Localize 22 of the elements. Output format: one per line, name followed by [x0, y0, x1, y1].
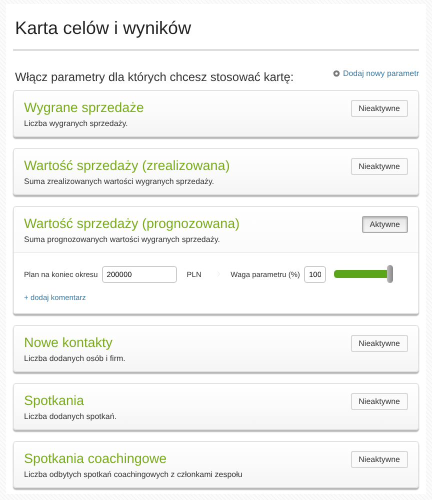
parameter-name: Wartość sprzedaży (zrealizowana) [24, 158, 230, 173]
status-toggle[interactable]: Nieaktywne [350, 100, 408, 117]
status-toggle[interactable]: Nieaktywne [350, 393, 408, 410]
parameter-description: Liczba dodanych spotkań. [24, 412, 117, 421]
parameter-name: Wygrane sprzedaże [24, 100, 144, 115]
parameter-description: Suma zrealizowanych wartości wygranych sprzedaży. [24, 177, 216, 186]
parameter-description: Liczba odbytych spotkań coachingowych z członkami zespołu [24, 470, 242, 479]
parameter-description: Suma prognozowanych wartości wygranych sprzedaży. [24, 235, 221, 244]
instruction-text: Włącz parametry dla których chcesz stosować kartę: [15, 70, 294, 84]
parameter-name: Spotkania coachingowe [24, 451, 168, 466]
status-toggle[interactable]: Nieaktywne [350, 158, 408, 175]
status-toggle[interactable]: Nieaktywne [350, 451, 408, 468]
status-toggle[interactable]: Aktywne [362, 216, 408, 233]
parameter-description: Liczba dodanych osób i firm. [24, 354, 126, 363]
parameter-name: Nowe kontakty [24, 335, 114, 350]
add-parameter-link[interactable]: Dodaj nowy parametr [332, 69, 419, 78]
slider-handle[interactable] [387, 265, 393, 283]
parameter-name: Wartość sprzedaży (prognozowana) [24, 216, 240, 231]
page-title: Karta celów i wyników [13, 4, 419, 51]
parameter-description: Liczba wygranych sprzedaży. [24, 119, 129, 128]
parameter-name: Spotkania [24, 393, 86, 408]
status-toggle[interactable]: Nieaktywne [350, 335, 408, 352]
